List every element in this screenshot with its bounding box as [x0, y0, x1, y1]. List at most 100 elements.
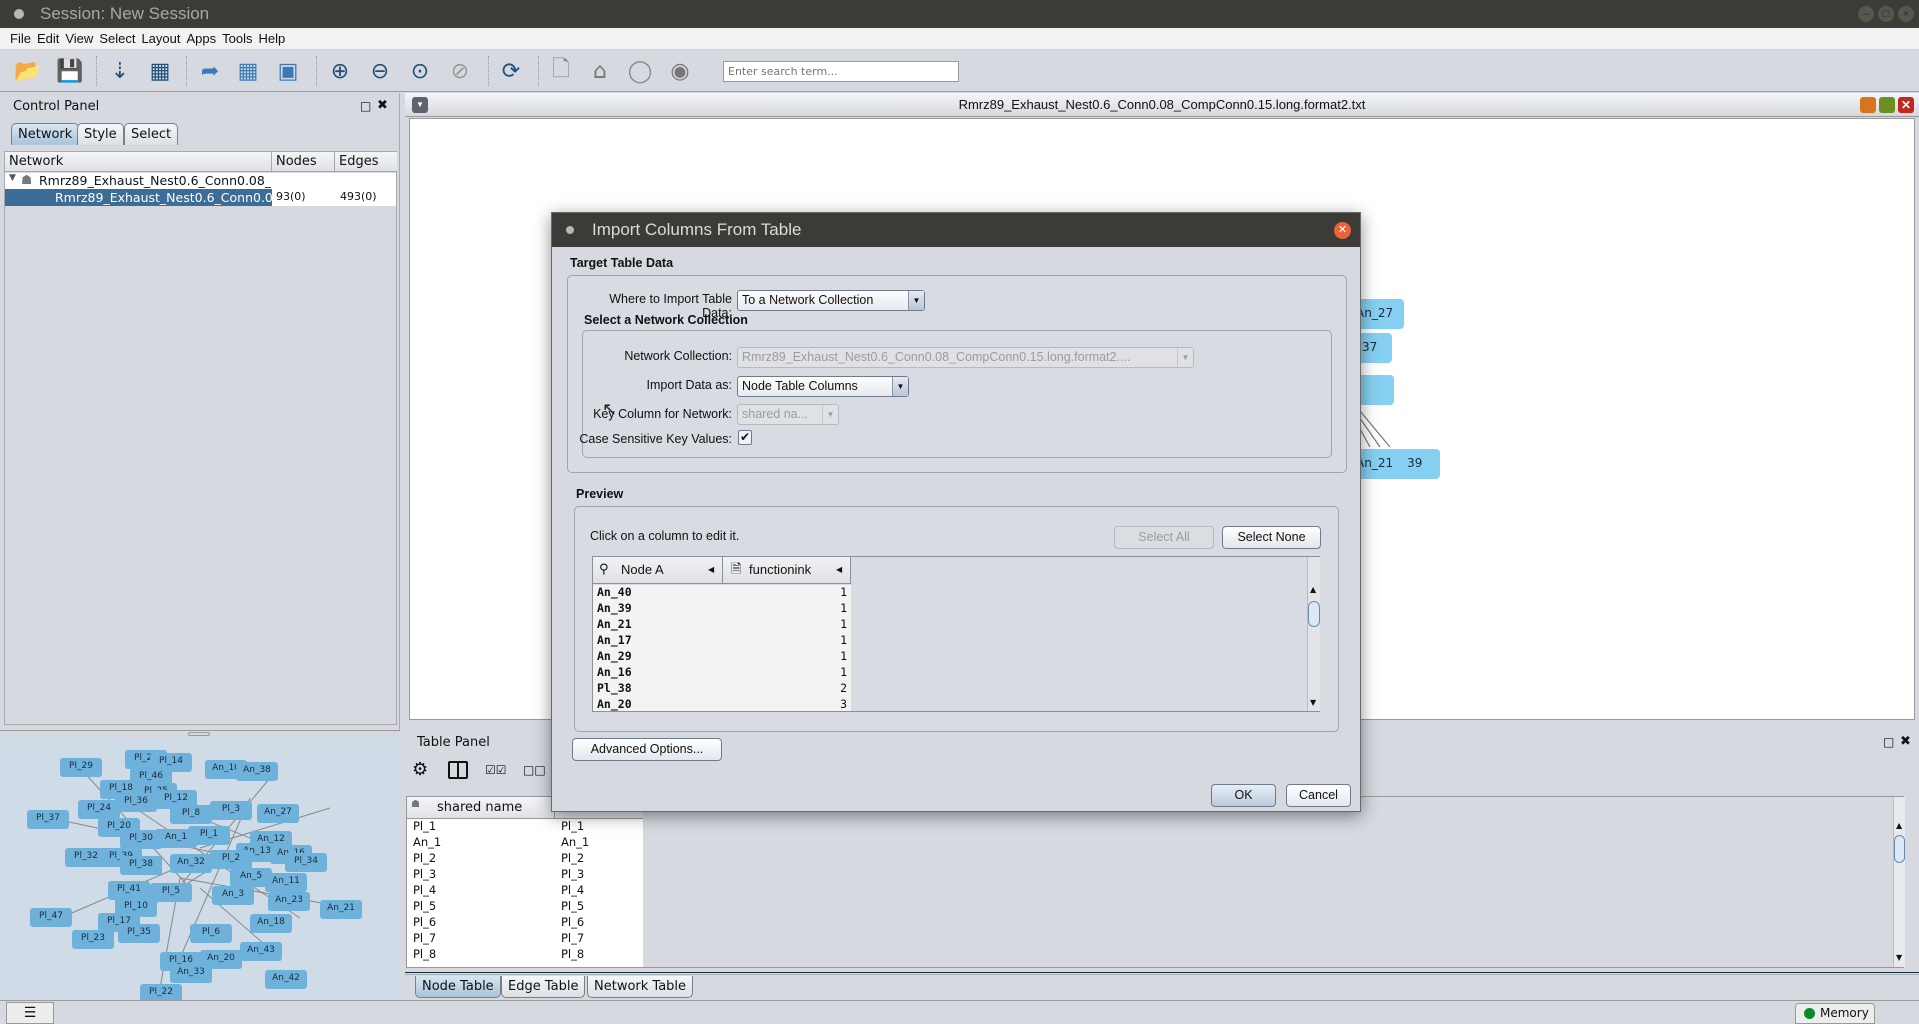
refresh-icon[interactable]: ⟳	[497, 57, 525, 85]
cell-functionink: 1	[840, 601, 847, 615]
expand-triangle-icon[interactable]: ▼	[9, 173, 16, 183]
export-image-icon[interactable]: ▣	[274, 57, 302, 85]
maximize-window-button[interactable]: □	[1878, 6, 1894, 22]
view-menu-button[interactable]: ▼	[412, 97, 428, 113]
column-header-edges[interactable]: Edges	[335, 152, 397, 172]
menu-edit[interactable]: Edit	[34, 28, 62, 50]
view-minimize-button[interactable]	[1860, 97, 1876, 113]
minimap-node: An_38	[236, 762, 278, 781]
table-row[interactable]: Pl_3 Pl_3	[407, 867, 640, 883]
menu-help[interactable]: Help	[256, 28, 289, 50]
dialog-close-button[interactable]: ✕	[1334, 222, 1351, 239]
column-header-nodes[interactable]: Nodes	[272, 152, 335, 172]
column-menu-arrow-icon[interactable]: ◀	[708, 557, 714, 583]
menu-select[interactable]: Select	[96, 28, 138, 50]
export-network-icon[interactable]: ➦	[196, 57, 224, 85]
zoom-in-icon[interactable]: ⊕	[326, 57, 354, 85]
column-header-shared-name[interactable]: ☗ shared name	[407, 797, 555, 819]
table-row[interactable]: Pl_5 Pl_5	[407, 899, 640, 915]
select-none-button[interactable]: Select None	[1222, 526, 1321, 549]
table-row[interactable]: Pl_8 Pl_8	[407, 947, 640, 963]
ok-button[interactable]: OK	[1211, 784, 1276, 807]
network-row[interactable]: Rmrz89_Exhaust_Nest0.6_Conn0.08 93(0) 49…	[5, 189, 396, 206]
scroll-up-arrow-icon[interactable]: ▲	[1310, 585, 1316, 594]
table-row[interactable]: Pl_7 Pl_7	[407, 931, 640, 947]
key-column-dropdown[interactable]: shared na... ▼	[737, 404, 839, 425]
scroll-down-arrow-icon[interactable]: ▼	[1310, 698, 1316, 707]
tab-node-table[interactable]: Node Table	[415, 976, 501, 998]
minimap-node: An_23	[268, 892, 310, 911]
menu-view[interactable]: View	[62, 28, 96, 50]
preview-column-node-a[interactable]: ⚲ Node A ◀	[593, 557, 723, 584]
preview-vertical-scrollbar[interactable]: ▲ ▼	[1307, 557, 1320, 711]
select-all-button[interactable]: Select All	[1114, 526, 1214, 549]
import-data-as-dropdown[interactable]: Node Table Columns ▼	[737, 376, 909, 397]
cell-shared-name: Pl_1	[413, 819, 437, 833]
menu-tools[interactable]: Tools	[219, 28, 255, 50]
view-close-button[interactable]: ✕	[1898, 97, 1914, 113]
canvas-node[interactable]: An_21 39	[1350, 449, 1440, 479]
close-window-button[interactable]: ×	[1898, 6, 1914, 22]
scroll-down-arrow-icon[interactable]: ▼	[1896, 953, 1902, 962]
menu-file[interactable]: File	[7, 28, 34, 50]
minimize-window-button[interactable]: –	[1858, 6, 1874, 22]
export-table-icon[interactable]: ▦	[234, 57, 262, 85]
show-icon[interactable]: ◉	[666, 57, 694, 85]
cell-functionink: 1	[840, 633, 847, 647]
scrollbar-thumb[interactable]	[1894, 835, 1905, 863]
collection-name: Rmrz89_Exhaust_Nest0.6_Conn0.08_C	[39, 173, 271, 188]
preview-hint: Click on a column to edit it.	[590, 529, 740, 543]
table-row[interactable]: An_1 An_1	[407, 835, 640, 851]
select-all-columns-icon[interactable]: ☑☑	[485, 763, 507, 777]
tab-network-table[interactable]: Network Table	[587, 976, 694, 998]
deselect-all-columns-icon[interactable]: □□	[523, 763, 546, 777]
table-row[interactable]: Pl_1 Pl_1	[407, 819, 640, 835]
zoom-selected-icon[interactable]: ⊘	[446, 57, 474, 85]
column-header-network[interactable]: Network	[5, 152, 272, 172]
tab-network[interactable]: Network	[11, 123, 80, 145]
home-icon[interactable]: ⌂	[586, 57, 614, 85]
import-table-icon[interactable]: ▦	[146, 57, 174, 85]
import-network-icon[interactable]: ⇣	[106, 57, 134, 85]
network-collection-dropdown[interactable]: Rmrz89_Exhaust_Nest0.6_Conn0.08_CompConn…	[737, 347, 1194, 368]
table-settings-gear-icon[interactable]: ⚙	[412, 759, 428, 780]
cancel-button[interactable]: Cancel	[1286, 784, 1351, 807]
zoom-out-icon[interactable]: ⊖	[366, 57, 394, 85]
tab-style[interactable]: Style	[77, 123, 124, 145]
menu-apps[interactable]: Apps	[184, 28, 220, 50]
divider-handle[interactable]	[188, 732, 210, 736]
column-menu-arrow-icon[interactable]: ◀	[836, 557, 842, 583]
network-overview-minimap[interactable]: Pl_29Pl_21Pl_14An_10An_38Pl_46Pl_18Pl_25…	[0, 738, 400, 1003]
open-session-icon[interactable]: 📂	[14, 57, 42, 85]
menu-layout[interactable]: Layout	[138, 28, 183, 50]
close-panel-icon[interactable]: ✖	[377, 98, 388, 113]
table-row[interactable]: Pl_2 Pl_2	[407, 851, 640, 867]
view-maximize-button[interactable]	[1879, 97, 1895, 113]
where-to-import-dropdown[interactable]: To a Network Collection ▼	[737, 290, 925, 311]
tab-edge-table[interactable]: Edge Table	[501, 976, 586, 998]
save-session-icon[interactable]: 💾	[56, 57, 84, 85]
network-list-table: Network Nodes Edges ▼ ☗ Rmrz89_Exhaust_N…	[4, 151, 397, 725]
search-input[interactable]	[723, 61, 959, 82]
tab-select[interactable]: Select	[124, 123, 179, 145]
task-history-list-icon[interactable]: ☰	[6, 1002, 54, 1024]
scroll-up-arrow-icon[interactable]: ▲	[1896, 821, 1902, 830]
scrollbar-thumb[interactable]	[1308, 601, 1320, 627]
new-network-from-selection-icon[interactable]: 🗋	[547, 57, 575, 85]
panel-divider[interactable]	[0, 730, 400, 738]
close-table-panel-icon[interactable]: ✖	[1900, 734, 1911, 749]
advanced-options-button[interactable]: Advanced Options...	[572, 738, 722, 761]
table-row[interactable]: Pl_4 Pl_4	[407, 883, 640, 899]
float-table-panel-icon[interactable]: □	[1883, 735, 1894, 749]
case-sensitive-checkbox[interactable]: ✔	[738, 430, 752, 445]
memory-button[interactable]: Memory	[1795, 1003, 1875, 1024]
zoom-fit-icon[interactable]: ⊙	[406, 57, 434, 85]
preview-column-functionink[interactable]: 🗎 functionink ◀	[723, 557, 851, 584]
show-columns-icon[interactable]	[448, 761, 468, 779]
minimap-node: Pl_36	[115, 793, 157, 812]
collection-row[interactable]: ▼ ☗ Rmrz89_Exhaust_Nest0.6_Conn0.08_C	[5, 172, 396, 189]
table-row[interactable]: Pl_6 Pl_6	[407, 915, 640, 931]
hide-icon[interactable]: ◯	[626, 57, 654, 85]
table-vertical-scrollbar[interactable]: ▲ ▼	[1893, 797, 1905, 967]
float-panel-icon[interactable]: □	[360, 99, 371, 113]
